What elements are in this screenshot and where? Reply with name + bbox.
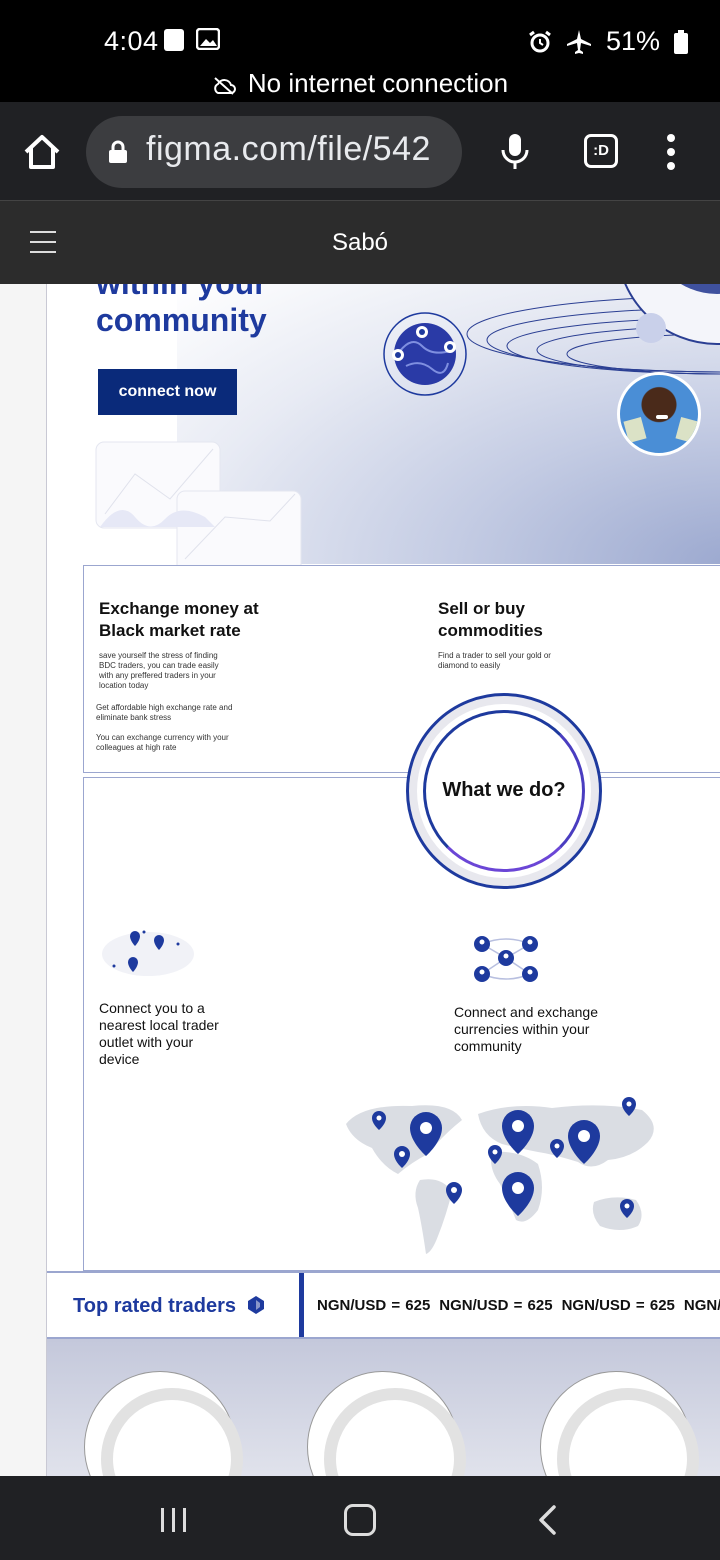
lock-icon xyxy=(109,140,127,163)
cloud-off-icon xyxy=(214,77,236,95)
nav-home-icon[interactable] xyxy=(344,1504,376,1536)
rate-ticker: NGN/USD = 625 NGN/USD = 625 NGN/USD = 625 N… xyxy=(317,1297,720,1314)
status-time: 4:04 xyxy=(104,26,159,56)
status-right: 51% xyxy=(528,26,688,57)
mic-icon[interactable] xyxy=(500,132,530,172)
offline-message: No internet connection xyxy=(247,68,509,98)
what-we-do-badge: What we do? xyxy=(406,693,602,889)
faded-chart-illustration xyxy=(95,441,302,569)
battery-percent: 51% xyxy=(605,26,660,56)
rate-item: NGN/USD = 625 xyxy=(317,1297,431,1314)
home-icon[interactable] xyxy=(22,132,62,172)
rate-item: NGN/USD = 625 xyxy=(561,1297,675,1314)
traders-area xyxy=(47,1339,720,1476)
offline-banner: No internet connection xyxy=(0,68,720,99)
connect-now-button[interactable]: connect now xyxy=(98,369,237,415)
feature-local-trader: Connect you to a nearest local trader outl… xyxy=(99,1000,219,1067)
top-rated-bar: Top rated traders NGN/USD = 625 NGN/USD =… xyxy=(47,1271,720,1339)
rate-item: NGN/USD = 625 xyxy=(683,1297,720,1314)
file-title: Sabó xyxy=(331,229,389,256)
feature-community: Connect and exchange currencies within yo… xyxy=(454,1004,598,1054)
globe-people-icon xyxy=(383,312,467,396)
exchange-point-2: You can exchange currency with your colle… xyxy=(96,733,229,752)
figma-canvas[interactable]: within your community connect now xyxy=(0,284,720,1476)
trader-avatar[interactable] xyxy=(84,1371,243,1476)
exchange-desc: save yourself the stress of finding BDC t… xyxy=(99,651,219,690)
commodities-title-line1: Sell or buy xyxy=(438,599,525,618)
exchange-point-1: Get affordable high exchange rate and eli… xyxy=(96,703,233,722)
features-card: Connect you to a nearest local trader outl… xyxy=(83,777,720,1271)
people-network-icon xyxy=(474,936,538,982)
back-icon[interactable] xyxy=(536,1504,558,1536)
status-bar: 4:04 51% No internet connection xyxy=(0,0,720,102)
badge-icon xyxy=(247,1296,264,1314)
commodities-title-line2: commodities xyxy=(438,621,543,640)
rated-divider xyxy=(299,1273,304,1337)
avatar xyxy=(617,372,701,456)
alarm-icon xyxy=(529,30,551,52)
map-pins-icon xyxy=(102,930,194,976)
image-icon xyxy=(196,28,220,50)
design-frame: within your community connect now xyxy=(46,284,720,1476)
more-vert-icon[interactable] xyxy=(662,134,680,170)
recents-icon[interactable] xyxy=(160,1506,188,1534)
hero-title: community xyxy=(96,302,267,338)
address-bar[interactable]: figma.com/file/542 xyxy=(86,116,462,188)
top-rated-title: Top rated traders xyxy=(73,1295,266,1318)
hero-title-partial: within your xyxy=(96,284,267,302)
trader-avatar[interactable] xyxy=(540,1371,699,1476)
url-text: figma.com/file/542 xyxy=(146,130,431,168)
airplane-icon xyxy=(566,29,591,54)
notification-icon xyxy=(164,29,184,51)
commodities-desc: Find a trader to sell your gold or diamon… xyxy=(438,651,551,670)
world-map-icon xyxy=(346,1097,654,1254)
what-we-do-ring: What we do? xyxy=(423,710,585,872)
battery-icon xyxy=(674,29,688,54)
tab-switcher-button[interactable]: :D xyxy=(584,134,618,168)
rate-item: NGN/USD = 625 xyxy=(439,1297,553,1314)
system-nav-bar xyxy=(0,1476,720,1560)
figma-header: Sabó xyxy=(0,200,720,284)
what-we-do-label: What we do? xyxy=(442,779,566,801)
trader-avatar[interactable] xyxy=(307,1371,466,1476)
services-card: Exchange money at Black market rate save… xyxy=(83,565,720,773)
exchange-title-line2: Black market rate xyxy=(99,621,241,640)
exchange-title-line1: Exchange money at xyxy=(99,599,259,618)
browser-toolbar: figma.com/file/542 :D xyxy=(0,102,720,200)
